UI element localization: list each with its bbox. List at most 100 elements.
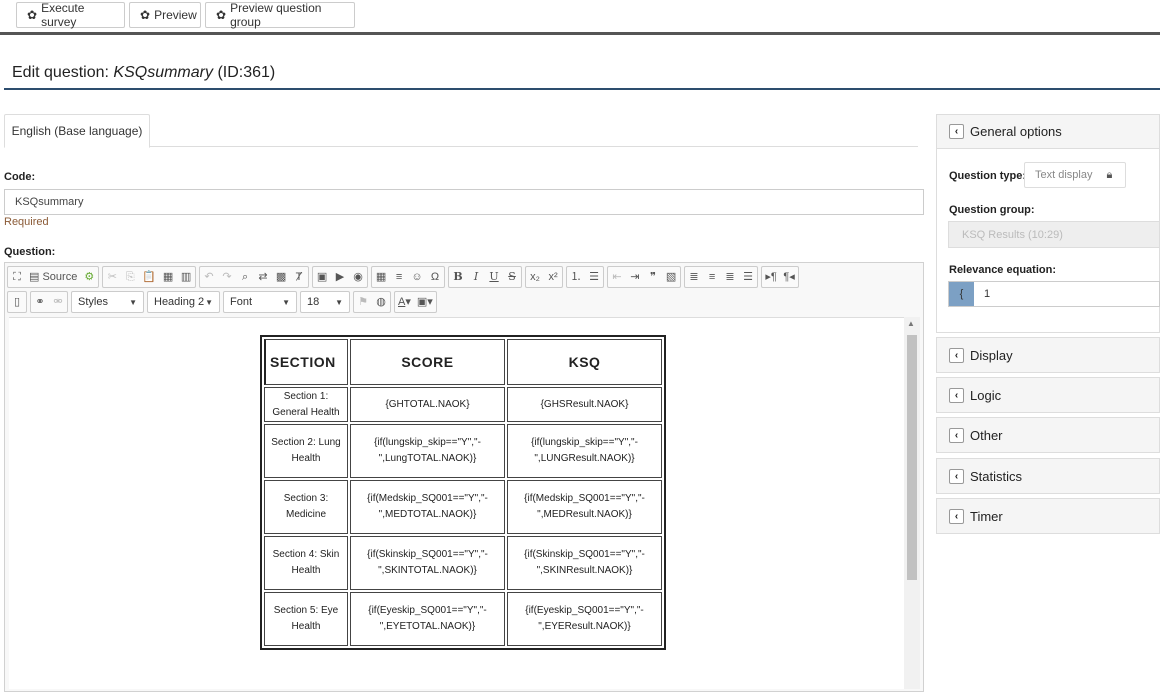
undo-icon[interactable]: ↶ bbox=[203, 267, 215, 287]
editor-content[interactable]: SECTION SCORE KSQ Section 1: General Hea… bbox=[9, 317, 904, 689]
chevron-down-icon: ▼ bbox=[335, 297, 343, 307]
table-cell-ksq: {GHSResult.NAOK} bbox=[507, 387, 662, 422]
flash-icon[interactable]: ◉ bbox=[352, 267, 364, 287]
smiley-icon[interactable]: ☺ bbox=[411, 267, 423, 287]
table-icon[interactable]: ▦ bbox=[375, 267, 387, 287]
align-left-icon[interactable]: ≣ bbox=[688, 267, 700, 287]
table-row: Section 1: General Health {GHTOTAL.NAOK}… bbox=[264, 387, 662, 422]
other-panel-header[interactable]: ‹ Other bbox=[936, 417, 1160, 453]
chevron-down-icon: ▼ bbox=[282, 297, 290, 307]
execute-survey-button[interactable]: ✿ Execute survey bbox=[16, 1, 125, 29]
table-cell-section: Section 1: General Health bbox=[264, 387, 348, 422]
question-group-select[interactable]: KSQ Results (10:29) bbox=[948, 221, 1160, 248]
special-char-icon[interactable]: Ω bbox=[429, 267, 441, 287]
italic-icon[interactable]: I bbox=[470, 267, 482, 287]
relevance-addon: { bbox=[949, 282, 974, 306]
align-right-icon[interactable]: ≣ bbox=[724, 267, 736, 287]
display-panel-header[interactable]: ‹ Display bbox=[936, 337, 1160, 373]
toolbar-group-scripts: x₂ x² bbox=[525, 266, 564, 288]
question-code-title: KSQsummary bbox=[113, 64, 213, 81]
text-color-icon[interactable]: A▾ bbox=[398, 292, 411, 312]
indent-icon[interactable]: ⇥ bbox=[629, 267, 641, 287]
horizontal-rule-icon[interactable]: ≡ bbox=[393, 267, 405, 287]
preview-question-group-button[interactable]: ✿ Preview question group bbox=[205, 1, 355, 29]
align-justify-icon[interactable]: ☰ bbox=[742, 267, 754, 287]
select-all-icon[interactable]: ▩ bbox=[275, 267, 287, 287]
table-cell-ksq: {if(Eyeskip_SQ001=="Y","-",EYEResult.NAO… bbox=[507, 592, 662, 646]
preview-button[interactable]: ✿ Preview bbox=[129, 2, 201, 28]
logic-panel-header[interactable]: ‹ Logic bbox=[936, 377, 1160, 413]
styles-combo[interactable]: Styles ▼ bbox=[71, 291, 144, 313]
toolbar-group-edit: ↶ ↷ ⌕ ⇄ ▩ Ⱦ bbox=[199, 266, 310, 288]
remove-format-icon[interactable]: Ⱦ bbox=[293, 267, 305, 287]
anchor-icon[interactable]: ⚑ bbox=[357, 292, 369, 312]
copy-icon[interactable]: ⎘ bbox=[124, 267, 136, 287]
find-icon[interactable]: ⌕ bbox=[239, 267, 251, 287]
toolbar-group-indent: ⇤ ⇥ ❞ ▧ bbox=[607, 266, 682, 288]
paste-text-icon[interactable]: ▦ bbox=[162, 267, 174, 287]
maximize-icon[interactable]: ⛶ bbox=[11, 267, 23, 287]
question-type-field: Text display 🔒︎ bbox=[1024, 162, 1126, 188]
bold-icon[interactable]: B bbox=[452, 267, 464, 287]
numbered-list-icon[interactable]: ⒈ bbox=[570, 267, 582, 287]
chevron-down-icon: ▼ bbox=[129, 297, 137, 307]
rtl-icon[interactable]: ¶◂ bbox=[783, 267, 795, 287]
superscript-icon[interactable]: x² bbox=[547, 267, 559, 287]
general-options-header[interactable]: ‹ General options bbox=[937, 115, 1159, 149]
align-center-icon[interactable]: ≡ bbox=[706, 267, 718, 287]
statistics-panel-header[interactable]: ‹ Statistics bbox=[936, 458, 1160, 494]
redo-icon[interactable]: ↷ bbox=[221, 267, 233, 287]
strike-icon[interactable]: S bbox=[506, 267, 518, 287]
subscript-icon[interactable]: x₂ bbox=[529, 267, 541, 287]
link-icon[interactable]: ⚭ bbox=[34, 292, 46, 312]
question-type-label: Question type: bbox=[949, 170, 1027, 182]
table-cell-ksq: {if(lungskip_skip=="Y","-",LUNGResult.NA… bbox=[507, 424, 662, 478]
lock-icon: 🔒︎ bbox=[1106, 168, 1113, 181]
source-button[interactable]: ▤ Source bbox=[29, 267, 77, 287]
code-input[interactable]: KSQsummary bbox=[4, 189, 924, 215]
toolbar-group-links: ⚭ ⚮ bbox=[30, 291, 68, 313]
toolbar-group-anchor: ⚑ ◍ bbox=[353, 291, 391, 313]
question-group-label: Question group: bbox=[949, 204, 1035, 216]
blockquote-icon[interactable]: ❞ bbox=[647, 267, 659, 287]
paste-word-icon[interactable]: ▥ bbox=[180, 267, 192, 287]
table-cell-section: Section 5: Eye Health bbox=[264, 592, 348, 646]
editor-toolbar-row-1: ⛶ ▤ Source ⚙ ✂ ⎘ 📋 ▦ ▥ ↶ ↷ ⌕ ⇄ ▩ Ⱦ ▣ ▶ ◉… bbox=[7, 266, 800, 288]
language-icon[interactable]: ◍ bbox=[375, 292, 387, 312]
paste-icon[interactable]: 📋 bbox=[142, 267, 156, 287]
format-combo[interactable]: Heading 2 ▼ bbox=[147, 291, 220, 313]
table-row: Section 2: Lung Health {if(lungskip_skip… bbox=[264, 424, 662, 478]
tab-english[interactable]: English (Base language) bbox=[4, 114, 150, 148]
ltr-icon[interactable]: ▸¶ bbox=[765, 267, 777, 287]
table-cell-score: {if(Eyeskip_SQ001=="Y","-",EYETOTAL.NAOK… bbox=[350, 592, 505, 646]
font-combo[interactable]: Font ▼ bbox=[223, 291, 297, 313]
required-hint: Required bbox=[4, 216, 49, 228]
toolbar-group-align: ≣ ≡ ≣ ☰ bbox=[684, 266, 759, 288]
gear-icon: ✿ bbox=[140, 8, 151, 22]
table-header: KSQ bbox=[507, 339, 662, 385]
relevance-equation-input[interactable]: { 1 bbox=[948, 281, 1160, 307]
video-icon[interactable]: ▶ bbox=[334, 267, 346, 287]
replace-icon[interactable]: ⇄ bbox=[257, 267, 269, 287]
size-combo[interactable]: 18 ▼ bbox=[300, 291, 350, 313]
toolbar-group-colors: A▾ ▣▾ bbox=[394, 291, 437, 313]
image-icon[interactable]: ▣ bbox=[316, 267, 328, 287]
div-icon[interactable]: ▧ bbox=[665, 267, 677, 287]
scroll-up-icon[interactable]: ▲ bbox=[907, 319, 915, 328]
template-icon[interactable]: ⚙ bbox=[83, 267, 95, 287]
outdent-icon[interactable]: ⇤ bbox=[611, 267, 623, 287]
toolbar-group-direction: ▸¶ ¶◂ bbox=[761, 266, 800, 288]
table-cell-ksq: {if(Medskip_SQ001=="Y","-",MEDResult.NAO… bbox=[507, 480, 662, 534]
chevron-left-icon: ‹ bbox=[949, 508, 964, 524]
scrollbar-thumb[interactable] bbox=[907, 335, 917, 580]
bulleted-list-icon[interactable]: ☰ bbox=[588, 267, 600, 287]
unlink-icon[interactable]: ⚮ bbox=[52, 292, 64, 312]
chevron-down-icon: ▼ bbox=[205, 297, 213, 307]
table-cell-section: Section 4: Skin Health bbox=[264, 536, 348, 590]
timer-panel-header[interactable]: ‹ Timer bbox=[936, 498, 1160, 534]
underline-icon[interactable]: U bbox=[488, 267, 500, 287]
page-break-icon[interactable]: ▯ bbox=[11, 292, 23, 312]
cut-icon[interactable]: ✂ bbox=[106, 267, 118, 287]
editor-scrollbar[interactable]: ▲ bbox=[904, 317, 920, 689]
background-color-icon[interactable]: ▣▾ bbox=[417, 292, 433, 312]
